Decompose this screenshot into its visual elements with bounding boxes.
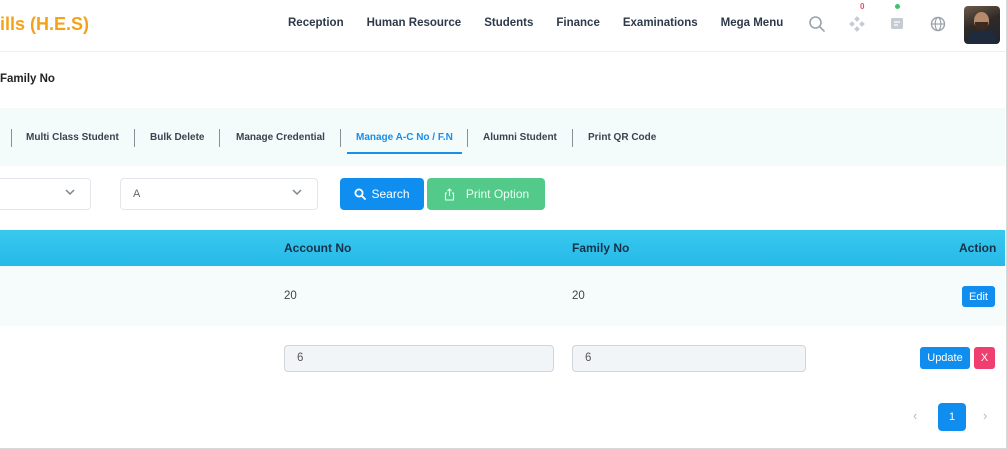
chevron-down-icon (64, 186, 76, 201)
globe-icon[interactable] (927, 15, 949, 37)
brand-title[interactable]: ills (H.E.S) (0, 14, 89, 35)
main-menu: Reception Human Resource Students Financ… (288, 17, 806, 29)
search-icon[interactable] (806, 15, 828, 37)
column-header-account-no: Account No (284, 241, 352, 255)
filter-bar: A Search Print Option (0, 170, 1005, 222)
section-select-value: A (133, 188, 141, 200)
tab-multi-class-student[interactable]: Multi Class Student (26, 132, 119, 143)
edit-button[interactable]: Edit (962, 286, 995, 307)
top-navbar: ills (H.E.S) Reception Human Resource St… (0, 0, 1005, 52)
nav-mega-menu[interactable]: Mega Menu (721, 17, 784, 29)
section-select[interactable]: A (120, 178, 318, 210)
tab-manage-account-family-no[interactable]: Manage A-C No / F.N (356, 132, 453, 143)
active-tab-indicator (347, 152, 462, 154)
account-no-input[interactable]: 6 (284, 345, 554, 372)
tab-manage-credential[interactable]: Manage Credential (236, 132, 325, 143)
cancel-edit-button[interactable]: X (974, 347, 995, 369)
family-no-input[interactable]: 6 (572, 345, 806, 372)
update-button[interactable]: Update (920, 347, 970, 369)
nav-students[interactable]: Students (484, 17, 533, 29)
online-dot (895, 4, 900, 9)
next-page-button[interactable]: › (983, 408, 987, 423)
class-select[interactable] (0, 178, 91, 210)
tab-divider (572, 129, 573, 147)
app-frame: ills (H.E.S) Reception Human Resource St… (0, 0, 1007, 449)
prev-page-button[interactable]: ‹ (913, 408, 917, 423)
nav-finance[interactable]: Finance (556, 17, 599, 29)
tab-divider (467, 129, 468, 147)
search-button-label: Search (371, 187, 410, 201)
family-no-cell: 20 (572, 290, 585, 302)
nav-human-resource[interactable]: Human Resource (367, 17, 462, 29)
chevron-down-icon (291, 186, 303, 201)
tab-bulk-delete[interactable]: Bulk Delete (150, 132, 204, 143)
table-row-editing: 6 6 Update X (0, 326, 1005, 392)
page-title: Family No (0, 73, 55, 85)
apps-icon[interactable] (846, 15, 868, 37)
page-header: Family No (0, 53, 1005, 103)
tab-alumni-student[interactable]: Alumni Student (483, 132, 557, 143)
page-1-button[interactable]: 1 (938, 403, 966, 431)
table-header: Account No Family No Action (0, 230, 1005, 266)
nav-examinations[interactable]: Examinations (623, 17, 698, 29)
print-option-button[interactable]: Print Option (427, 178, 545, 210)
column-header-family-no: Family No (572, 241, 630, 255)
search-button[interactable]: Search (340, 178, 424, 210)
tab-print-qr-code[interactable]: Print QR Code (588, 132, 656, 143)
nav-reception[interactable]: Reception (288, 17, 344, 29)
tab-divider (134, 129, 135, 147)
account-no-cell: 20 (284, 290, 297, 302)
notification-count: 0 (860, 2, 865, 11)
share-icon (444, 187, 454, 201)
print-option-label: Print Option (465, 187, 530, 201)
chat-icon[interactable] (886, 15, 908, 37)
user-avatar[interactable] (964, 6, 1000, 44)
tab-divider (219, 129, 220, 147)
tabs-bar: Multi Class Student Bulk Delete Manage C… (0, 108, 1005, 166)
tab-divider (340, 129, 341, 147)
tab-divider (11, 129, 12, 147)
search-icon (354, 188, 367, 200)
table-row: 20 20 Edit (0, 266, 1005, 326)
column-header-action: Action (959, 241, 997, 255)
